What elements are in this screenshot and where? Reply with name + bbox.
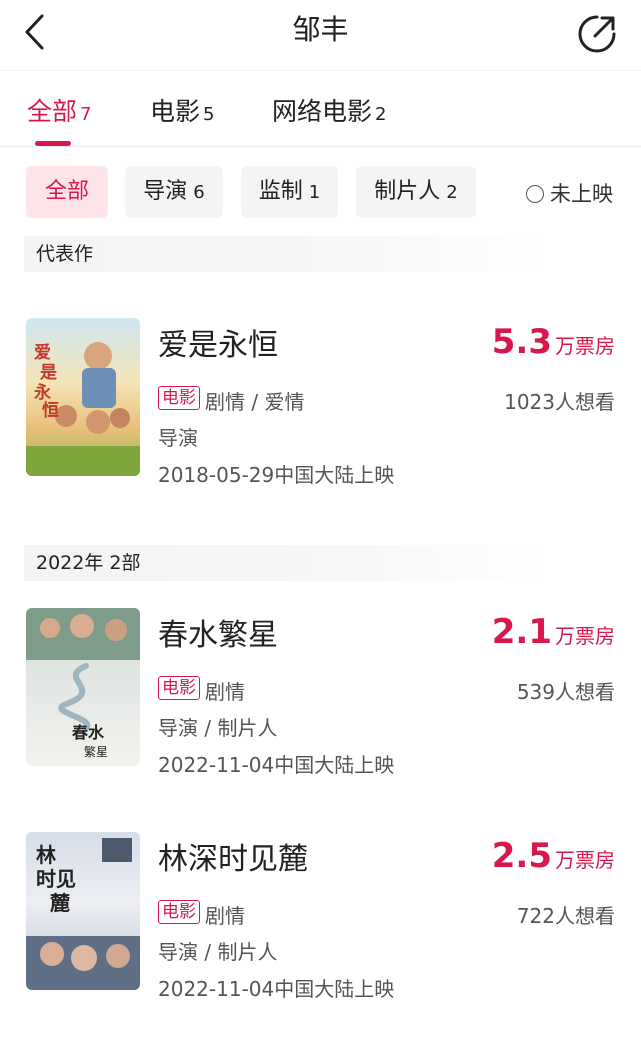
section-header: 代表作 xyxy=(24,236,549,272)
tab-count: 7 xyxy=(80,104,92,125)
poster-title-text: 爱 xyxy=(34,342,51,363)
svg-text:繁星: 繁星 xyxy=(84,744,108,759)
movie-title[interactable]: 爱是永恒 xyxy=(158,320,278,364)
chip-label: 全部 xyxy=(44,179,89,204)
svg-text:麓: 麓 xyxy=(50,891,71,915)
release-date: 2022-11-04中国大陆上映 xyxy=(158,753,395,777)
boxoffice-value: 2.1 xyxy=(491,612,552,652)
tab-label: 网络电影 xyxy=(272,97,373,126)
tab-movie[interactable]: 电影 5 xyxy=(150,92,214,128)
movie-poster[interactable]: 爱 是 永 恒 xyxy=(26,318,140,476)
filter-chip-director[interactable]: 导演 6 xyxy=(125,166,223,218)
type-badge: 电影 xyxy=(158,386,200,410)
want-to-see-count: 722人想看 xyxy=(516,904,615,928)
genre: 剧情 xyxy=(205,904,245,928)
roles: 导演 xyxy=(158,426,198,450)
boxoffice-value: 2.5 xyxy=(491,836,552,876)
release-date: 2022-11-04中国大陆上映 xyxy=(158,977,395,1001)
boxoffice-unit: 万票房 xyxy=(555,334,615,358)
share-icon xyxy=(578,15,616,53)
tab-label: 电影 xyxy=(150,97,201,126)
chip-count: 6 xyxy=(193,182,205,203)
tab-web-movie[interactable]: 网络电影 2 xyxy=(272,92,386,128)
chip-count: 1 xyxy=(308,182,321,203)
chip-label: 监制 xyxy=(258,179,303,204)
unreleased-toggle[interactable]: 未上映 xyxy=(526,178,613,208)
boxoffice-value: 5.3 xyxy=(491,322,552,362)
boxoffice-unit: 万票房 xyxy=(555,848,615,872)
chip-count: 2 xyxy=(446,182,458,203)
tab-count: 2 xyxy=(375,104,387,125)
genre: 剧情 xyxy=(205,680,245,704)
page-title: 邹丰 xyxy=(292,13,349,46)
filter-chip-producer[interactable]: 制片人 2 xyxy=(356,166,476,218)
category-tabs: 全部 7 电影 5 网络电影 2 xyxy=(0,72,641,147)
poster-image: 春水 繁星 xyxy=(26,608,140,759)
section-header: 2022年 2部 xyxy=(24,545,549,581)
svg-text:永: 永 xyxy=(33,382,51,403)
svg-text:时见: 时见 xyxy=(36,867,76,891)
poster-image: 林 时见 麓 xyxy=(26,838,140,990)
type-badge: 电影 xyxy=(158,900,200,924)
boxoffice-unit: 万票房 xyxy=(555,624,615,648)
unreleased-label: 未上映 xyxy=(550,182,613,206)
share-button[interactable] xyxy=(575,12,619,56)
svg-text:恒: 恒 xyxy=(42,400,59,421)
active-tab-indicator xyxy=(35,141,71,146)
boxoffice: 5.3 万票房 xyxy=(492,322,615,362)
type-badge: 电影 xyxy=(158,676,200,700)
boxoffice: 2.1 万票房 xyxy=(492,612,615,652)
poster-image: 爱 是 永 恒 xyxy=(26,342,140,476)
want-to-see-count: 539人想看 xyxy=(516,680,615,704)
movie-title[interactable]: 林深时见麓 xyxy=(158,834,308,878)
radio-icon xyxy=(526,185,544,203)
roles: 导演 / 制片人 xyxy=(158,940,278,964)
movie-poster[interactable]: 林 时见 麓 xyxy=(26,832,140,990)
chip-label: 制片人 xyxy=(374,179,441,204)
top-bar: 邹丰 xyxy=(0,0,641,71)
chip-label: 导演 xyxy=(143,179,188,204)
filter-chip-all[interactable]: 全部 xyxy=(26,166,108,218)
svg-text:是: 是 xyxy=(40,363,57,383)
svg-text:春水: 春水 xyxy=(71,723,105,742)
filter-chip-supervisor[interactable]: 监制 1 xyxy=(241,166,338,218)
boxoffice: 2.5 万票房 xyxy=(492,836,615,876)
genre: 剧情 / 爱情 xyxy=(205,390,305,414)
tab-count: 5 xyxy=(203,104,215,125)
tab-label: 全部 xyxy=(27,97,78,126)
movie-title[interactable]: 春水繁星 xyxy=(158,610,278,654)
want-to-see-count: 1023人想看 xyxy=(504,390,615,414)
tab-all[interactable]: 全部 7 xyxy=(27,92,91,128)
movie-poster[interactable]: 春水 繁星 xyxy=(26,608,140,766)
svg-text:林: 林 xyxy=(36,843,56,867)
release-date: 2018-05-29中国大陆上映 xyxy=(158,463,395,487)
roles: 导演 / 制片人 xyxy=(158,716,278,740)
